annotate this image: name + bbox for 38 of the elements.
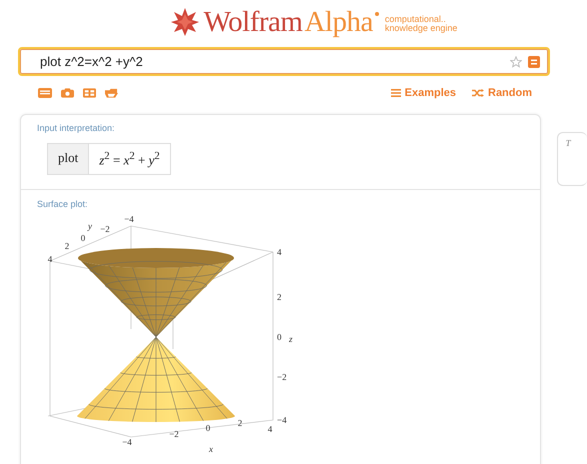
search-field[interactable]: plot z^2=x^2 +y^2 bbox=[40, 54, 504, 69]
axis-tick-label: 0 bbox=[206, 423, 210, 434]
logo-tagline: computational.. bbox=[384, 15, 447, 24]
equals-submit-icon[interactable] bbox=[528, 56, 540, 68]
shuffle-icon bbox=[472, 89, 484, 97]
axis-label: z bbox=[289, 334, 293, 344]
axis-tick-label: 2 bbox=[238, 418, 242, 428]
logo-wordmark-suffix: Alpha bbox=[304, 6, 373, 38]
axis-tick-label: 2 bbox=[64, 241, 70, 252]
logo-tagline: knowledge engine bbox=[384, 24, 458, 33]
search-bar[interactable]: plot z^2=x^2 +y^2 bbox=[18, 47, 550, 76]
axis-tick-label: 0 bbox=[277, 332, 282, 342]
star-logo-icon bbox=[170, 7, 200, 37]
axis-tick-label: −4 bbox=[124, 214, 134, 224]
star-icon[interactable] bbox=[510, 56, 522, 68]
pod-title: Input interpretation: bbox=[37, 123, 116, 133]
axis-tick-label: 4 bbox=[48, 254, 52, 264]
axis-tick-label: −2 bbox=[277, 372, 287, 382]
axis-tick-label: −2 bbox=[169, 429, 179, 440]
folder-icon[interactable] bbox=[105, 88, 118, 98]
axis-tick-label: 2 bbox=[277, 292, 282, 302]
table-icon[interactable] bbox=[83, 88, 96, 98]
axis-tick-label: 4 bbox=[277, 247, 282, 258]
logo-wordmark: Wolfram bbox=[204, 6, 302, 38]
pod-title: Surface plot: bbox=[37, 199, 89, 210]
axis-tick-label: −4 bbox=[277, 415, 287, 426]
axis-tick-label: −2 bbox=[100, 224, 110, 234]
axis-tick-label: 0 bbox=[80, 233, 86, 244]
formula-cell: z$^{2}$ = x$^{2}$ + y$^{2}$ bbox=[88, 143, 171, 176]
menu-icon bbox=[390, 89, 401, 97]
table-cell: plot bbox=[47, 143, 88, 176]
keyboard-icon[interactable] bbox=[38, 88, 52, 98]
axis-label: x bbox=[209, 444, 213, 454]
axis-tick-label: 4 bbox=[268, 424, 272, 434]
axis-tick-label: −4 bbox=[122, 437, 132, 448]
side-card-text: T bbox=[566, 138, 571, 149]
camera-icon[interactable] bbox=[61, 88, 74, 98]
axis-label: y bbox=[88, 221, 92, 232]
